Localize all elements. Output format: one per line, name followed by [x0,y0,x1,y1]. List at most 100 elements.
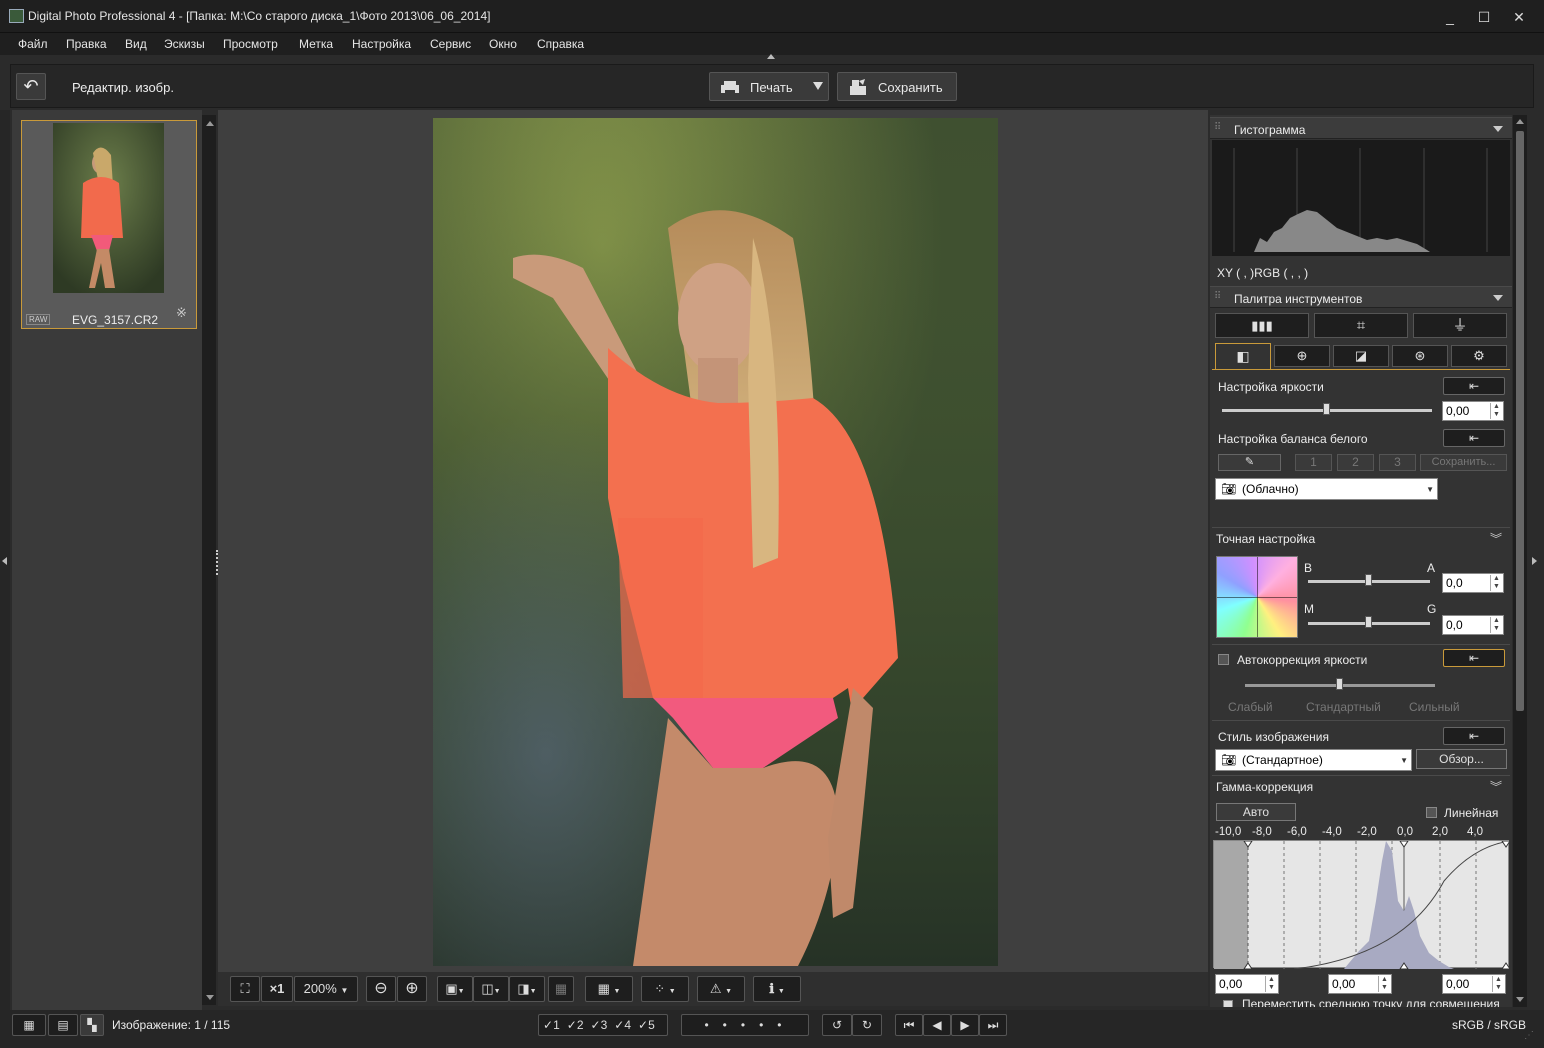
tab-color[interactable]: ⊛ [1392,345,1448,367]
gamma-auto-button[interactable]: Авто [1216,803,1296,821]
scroll-up-icon[interactable] [206,121,214,126]
tab-tone-curve[interactable]: ◪ [1333,345,1389,367]
picture-style-dropdown[interactable]: 📷︎ (Стандартное) ▼ [1215,749,1412,771]
collapse-right-icon[interactable] [1532,557,1537,565]
collapse-toolbar-icon[interactable] [767,54,775,59]
rating-5-button[interactable]: ✓5 [638,1018,655,1032]
thumbnail-layout-edit-button[interactable]: ▚ [80,1014,104,1036]
move-midpoint-checkbox[interactable] [1223,1000,1233,1007]
spinner-icon[interactable]: ▲ ▼ [1492,976,1504,992]
wb-preset-1-button[interactable]: 1 [1295,454,1332,471]
auto-brightness-checkbox[interactable] [1218,654,1229,665]
crop-button[interactable]: ⌗ [1314,313,1408,338]
menu-help[interactable]: Справка [537,37,584,51]
brightness-reset-button[interactable]: ⇤ [1443,377,1505,395]
scroll-up-icon[interactable] [1516,119,1524,124]
gamma-mid-field[interactable]: 0,00 ▲ ▼ [1328,974,1392,994]
menu-tools[interactable]: Сервис [430,37,471,51]
close-button[interactable]: ✕ [1505,6,1533,28]
zoom-in-button[interactable]: ⊕ [397,976,427,1002]
mg-slider-knob[interactable] [1365,616,1372,628]
menu-mark[interactable]: Метка [299,37,333,51]
collapse-arrow-icon[interactable] [1493,126,1503,132]
scroll-down-icon[interactable] [1516,997,1524,1002]
auto-brightness-reset-button[interactable]: ⇤ [1443,649,1505,667]
fit-to-window-button[interactable]: ⛶ [230,976,260,1002]
white-balance-dropdown[interactable]: 📷︎ (Облачно) ▼ [1215,478,1438,500]
brightness-value-field[interactable]: 0,00 ▲ ▼ [1442,401,1504,421]
rotate-right-button[interactable]: ↻ [852,1014,882,1036]
thumbnail-layout-strip-button[interactable]: ▤ [48,1014,78,1036]
collapse-arrow-icon[interactable] [1493,295,1503,301]
resize-grip-icon[interactable]: ⋰ [1524,1030,1534,1041]
back-button[interactable]: ↶ [16,73,46,100]
rotate-left-button[interactable]: ↺ [822,1014,852,1036]
wb-preset-2-button[interactable]: 2 [1337,454,1374,471]
basic-adjust-mode-button[interactable]: ▮▮▮ [1215,313,1309,338]
info-button[interactable]: ℹ ▼ [753,976,801,1002]
menu-file[interactable]: Файл [18,37,48,51]
multi-view-button[interactable]: ▦ [548,976,574,1002]
menu-adjust[interactable]: Настройка [352,37,411,51]
first-image-button[interactable]: ⏮ [895,1014,923,1036]
single-view-button[interactable]: ▣▼ [437,976,473,1002]
print-button[interactable]: Печать [709,72,829,101]
menu-view[interactable]: Вид [125,37,147,51]
compare-view-button[interactable]: ◫▼ [473,976,509,1002]
spinner-icon[interactable]: ▲ ▼ [1490,617,1502,633]
spinner-icon[interactable]: ▲ ▼ [1490,575,1502,591]
white-balance-reset-button[interactable]: ⇤ [1443,429,1505,447]
prev-image-button[interactable]: ◀ [923,1014,951,1036]
thumbnail-scrollbar[interactable] [202,115,216,1005]
rating-2-button[interactable]: ✓2 [567,1018,584,1032]
brightness-slider-knob[interactable] [1323,403,1330,415]
gamma-white-field[interactable]: 0,00 ▲ ▼ [1442,974,1506,994]
right-scrollbar[interactable] [1513,115,1527,1007]
zoom-level-dropdown[interactable]: 200% ▼ [294,976,358,1002]
thumbnail-layout-grid-button[interactable]: ▦ [12,1014,46,1036]
expand-chevron-icon[interactable]: ︾ [1490,778,1502,795]
color-wheel-grid[interactable] [1216,556,1298,638]
thumbnail-item[interactable]: RAW EVG_3157.CR2 ※ [21,120,197,329]
auto-brightness-slider-knob[interactable] [1336,678,1343,690]
linear-checkbox[interactable] [1426,807,1437,818]
gamma-black-field[interactable]: 0,00 ▲ ▼ [1215,974,1279,994]
browse-button[interactable]: Обзор... [1416,749,1507,769]
zoom-out-button[interactable]: ⊖ [366,976,396,1002]
main-photo[interactable] [433,118,998,966]
mg-value-field[interactable]: 0,0 ▲ ▼ [1442,615,1504,635]
histogram-header[interactable]: ⠿ Гистограмма [1210,117,1512,139]
tool-palette-header[interactable]: ⠿ Палитра инструментов [1210,286,1512,308]
split-view-button[interactable]: ◨▼ [509,976,545,1002]
expand-chevron-icon[interactable]: ︾ [1490,530,1502,547]
star-rating-group[interactable]: ••••• [681,1014,809,1036]
spinner-icon[interactable]: ▲ ▼ [1378,976,1390,992]
zoom-1x-button[interactable]: ×1 [261,976,293,1002]
collapse-left-icon[interactable] [2,557,7,565]
minimize-button[interactable]: _ [1436,6,1464,28]
wb-save-button[interactable]: Сохранить... [1420,454,1507,471]
tab-basic[interactable]: ◧ [1215,343,1271,369]
tab-settings[interactable]: ⚙ [1451,345,1507,367]
wb-preset-3-button[interactable]: 3 [1379,454,1416,471]
menu-preview[interactable]: Просмотр [223,37,278,51]
dropdown-arrow-icon[interactable] [813,82,823,90]
tab-detail[interactable]: ⊕ [1274,345,1330,367]
stamp-button[interactable]: ⏚ [1413,313,1507,338]
rating-1-button[interactable]: ✓1 [543,1018,560,1032]
ba-slider-knob[interactable] [1365,574,1372,586]
menu-edit[interactable]: Правка [66,37,107,51]
spinner-icon[interactable]: ▲ ▼ [1490,403,1502,419]
maximize-button[interactable]: ☐ [1470,6,1498,28]
scroll-down-icon[interactable] [206,995,214,1000]
rating-4-button[interactable]: ✓4 [614,1018,631,1032]
last-image-button[interactable]: ⏭ [979,1014,1007,1036]
ba-value-field[interactable]: 0,0 ▲ ▼ [1442,573,1504,593]
next-image-button[interactable]: ▶ [951,1014,979,1036]
highlight-warning-button[interactable]: ⚠ ▼ [697,976,745,1002]
spinner-icon[interactable]: ▲ ▼ [1265,976,1277,992]
save-button[interactable]: Сохранить [837,72,957,101]
menu-thumbnails[interactable]: Эскизы [164,37,205,51]
picture-style-reset-button[interactable]: ⇤ [1443,727,1505,745]
rating-3-button[interactable]: ✓3 [591,1018,608,1032]
